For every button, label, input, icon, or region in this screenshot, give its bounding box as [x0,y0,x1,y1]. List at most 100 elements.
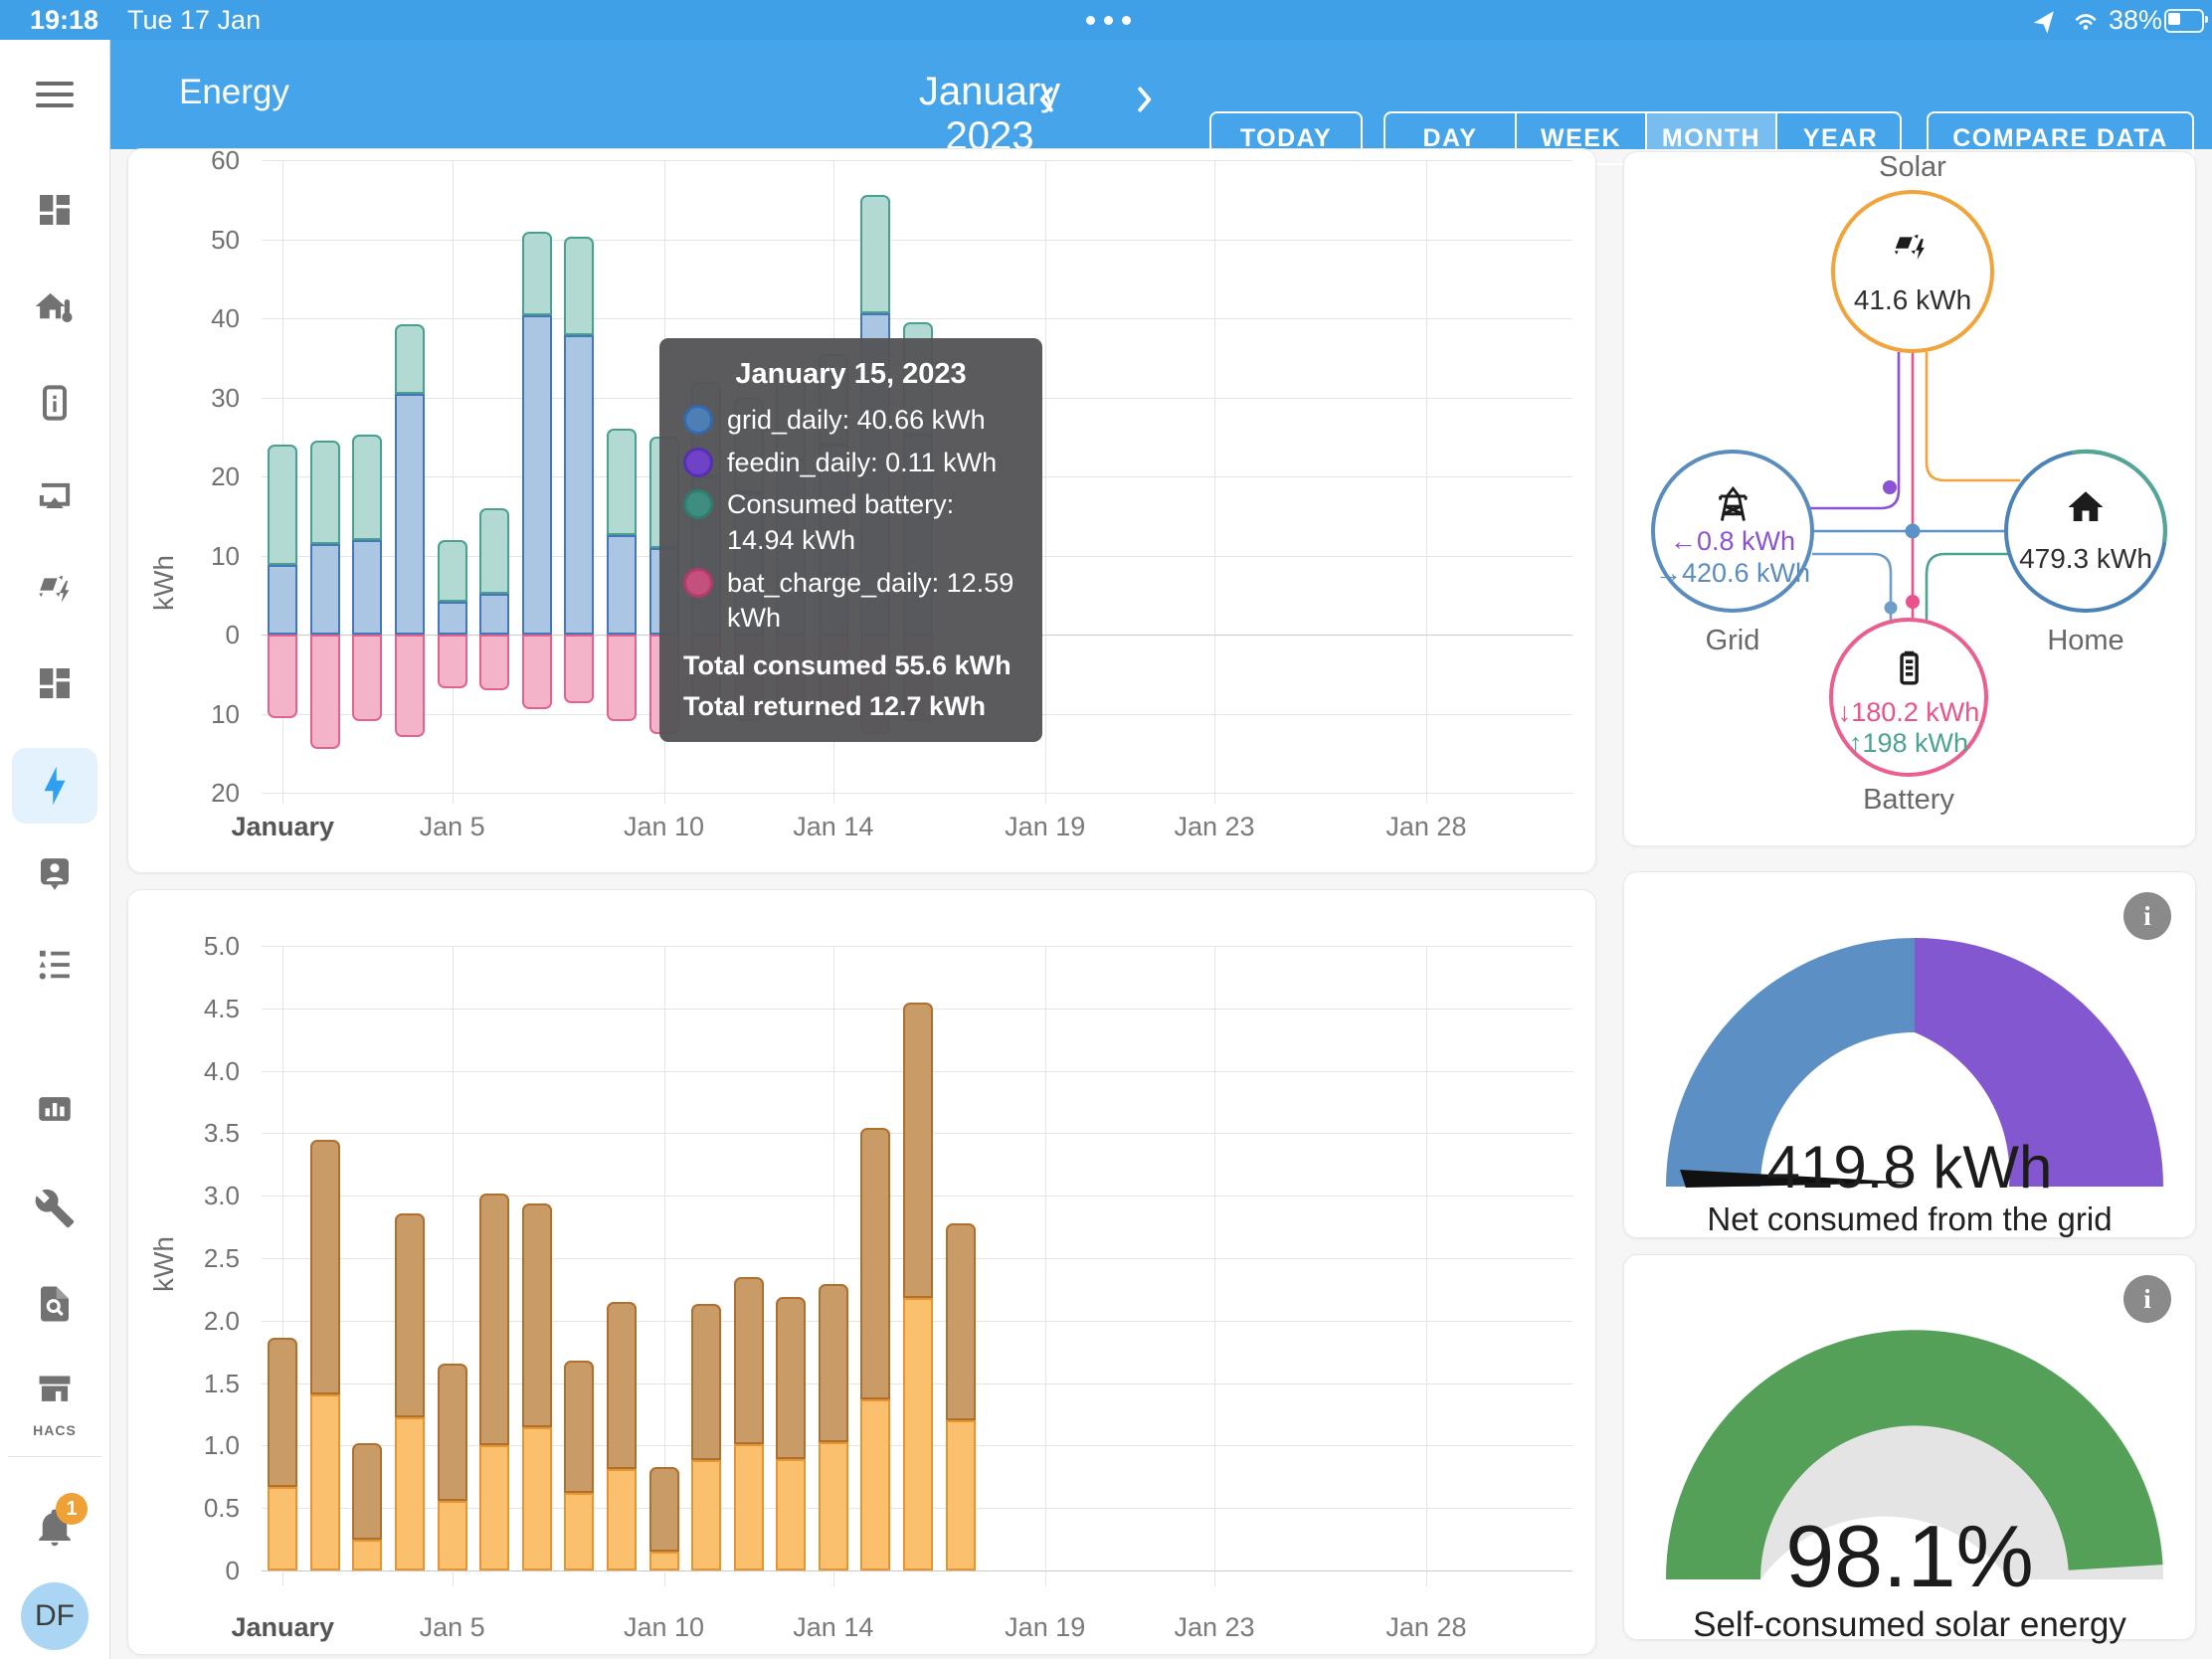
bar-solar_production_remainder-day6[interactable] [479,1194,509,1446]
bar-grid_daily-day1[interactable] [268,565,297,635]
solar-circle[interactable] [1833,192,1992,351]
x-tick: January [213,812,352,842]
energy-lightning-icon[interactable] [34,765,76,807]
energy-distribution-card: Solar 41.6 kWh ←0.8 kWh →420.6 kWh Grid [1623,151,2196,846]
bar-Consumed battery-day15[interactable] [860,195,890,313]
chart-tooltip: January 15, 2023 grid_daily: 40.66 kWhfe… [659,338,1042,742]
info-icon[interactable]: i [2123,1275,2171,1323]
sidebar-item-dashboard-alt[interactable] [35,663,75,703]
gridline-v [1426,160,1427,804]
bar-Consumed battery-day5[interactable] [438,540,467,602]
bar-Consumed battery-day2[interactable] [310,441,340,543]
bar-self_consumed_solar-day3[interactable] [352,1540,382,1570]
sidebar-item-log-search[interactable] [34,1283,76,1325]
bar-solar_production_remainder-day9[interactable] [607,1302,637,1469]
sidebar-item-tablet-info[interactable] [35,383,75,423]
bar-solar_production_remainder-day16[interactable] [903,1003,933,1299]
bar-self_consumed_solar-day16[interactable] [903,1298,933,1570]
y-tick: 30 [170,383,240,414]
sidebar-item-person-badge[interactable] [34,852,76,894]
bar-solar_production_remainder-day7[interactable] [522,1203,552,1427]
gauge-label: Self-consumed solar energy [1624,1605,2195,1645]
bar-self_consumed_solar-day5[interactable] [438,1501,467,1570]
sidebar-item-cast-icon[interactable] [34,474,76,516]
multitask-dots-icon [1086,16,1131,25]
chevron-left-icon[interactable] [1029,82,1065,117]
bar-Consumed battery-day7[interactable] [522,232,552,315]
bar-solar_production_remainder-day4[interactable] [395,1213,425,1417]
bar-bat_charge_daily-day7[interactable] [522,635,552,709]
bar-self_consumed_solar-day15[interactable] [860,1399,890,1570]
bar-solar_production_remainder-day11[interactable] [691,1304,721,1460]
bar-self_consumed_solar-day9[interactable] [607,1469,637,1570]
x-tick: Jan 28 [1357,812,1496,842]
bar-grid_daily-day4[interactable] [395,394,425,635]
app-header: Energy January 2023 TODAY DAY WEEK MONTH… [109,40,2212,149]
series-dot-icon [683,568,713,598]
bar-self_consumed_solar-day4[interactable] [395,1417,425,1570]
sidebar-item-home-thermometer[interactable] [34,285,76,327]
bar-self_consumed_solar-day8[interactable] [564,1493,594,1570]
bar-solar_production_remainder-day14[interactable] [819,1284,848,1441]
bar-self_consumed_solar-day7[interactable] [522,1427,552,1570]
bar-self_consumed_solar-day13[interactable] [776,1459,806,1570]
bar-self_consumed_solar-day14[interactable] [819,1442,848,1570]
bar-solar_production_remainder-day1[interactable] [268,1338,297,1486]
bar-self_consumed_solar-day11[interactable] [691,1460,721,1570]
bar-Consumed battery-day4[interactable] [395,324,425,394]
bar-self_consumed_solar-day2[interactable] [310,1394,340,1570]
chart2-plot[interactable]: 5.04.54.03.53.02.52.01.51.00.50JanuaryJa… [128,890,1595,1654]
bar-grid_daily-day7[interactable] [522,315,552,635]
status-date: Tue 17 Jan [127,5,261,36]
bar-grid_daily-day5[interactable] [438,602,467,635]
battery-in-value: ↓180.2 kWh [1838,697,1980,727]
x-tick: Jan 5 [383,1612,522,1643]
bar-solar_production_remainder-day8[interactable] [564,1361,594,1493]
bar-solar_production_remainder-day15[interactable] [860,1128,890,1399]
bar-Consumed battery-day9[interactable] [607,429,637,535]
bar-bat_charge_daily-day5[interactable] [438,635,467,688]
bar-Consumed battery-day8[interactable] [564,237,594,335]
bar-solar_production_remainder-day17[interactable] [946,1223,976,1420]
bar-Consumed battery-day1[interactable] [268,445,297,565]
bar-bat_charge_daily-day6[interactable] [479,635,509,690]
bar-Consumed battery-day6[interactable] [479,508,509,594]
tooltip-row-bat_charge_daily: bat_charge_daily: 12.59 kWh [683,566,1018,637]
bar-solar_production_remainder-day10[interactable] [649,1467,679,1552]
battery-label: Battery [1863,784,1954,816]
bar-grid_daily-day3[interactable] [352,540,382,635]
sidebar-item-solar-icon[interactable] [34,567,76,609]
bar-bat_charge_daily-day3[interactable] [352,635,382,721]
bar-grid_daily-day2[interactable] [310,544,340,635]
bar-grid_daily-day9[interactable] [607,535,637,635]
bar-solar_production_remainder-day3[interactable] [352,1443,382,1540]
bar-bat_charge_daily-day1[interactable] [268,635,297,718]
bar-self_consumed_solar-day6[interactable] [479,1445,509,1570]
bar-grid_daily-day6[interactable] [479,594,509,635]
sidebar-item-dashboard[interactable] [35,190,75,230]
sidebar-item-statistics[interactable] [34,1088,76,1130]
bar-solar_production_remainder-day5[interactable] [438,1364,467,1501]
bar-self_consumed_solar-day12[interactable] [734,1444,764,1570]
info-icon[interactable]: i [2123,892,2171,940]
bar-solar_production_remainder-day12[interactable] [734,1277,764,1444]
bar-solar_production_remainder-day2[interactable] [310,1140,340,1394]
sidebar-item-hacs[interactable] [33,1371,77,1410]
user-avatar[interactable]: DF [21,1582,89,1650]
menu-icon[interactable] [36,75,74,114]
bar-self_consumed_solar-day17[interactable] [946,1420,976,1570]
bar-grid_daily-day8[interactable] [564,335,594,635]
wifi-icon [2071,6,2101,34]
chevron-right-icon[interactable] [1126,82,1162,117]
bar-bat_charge_daily-day4[interactable] [395,635,425,737]
bar-bat_charge_daily-day9[interactable] [607,635,637,721]
bar-self_consumed_solar-day1[interactable] [268,1487,297,1570]
bar-Consumed battery-day3[interactable] [352,435,382,541]
y-tick: 3.0 [170,1181,240,1211]
sidebar-item-todo-list[interactable] [34,944,76,986]
bar-self_consumed_solar-day10[interactable] [649,1552,679,1570]
bar-bat_charge_daily-day8[interactable] [564,635,594,703]
bar-bat_charge_daily-day2[interactable] [310,635,340,749]
bar-solar_production_remainder-day13[interactable] [776,1297,806,1459]
sidebar-item-developer-tools[interactable] [34,1188,76,1229]
